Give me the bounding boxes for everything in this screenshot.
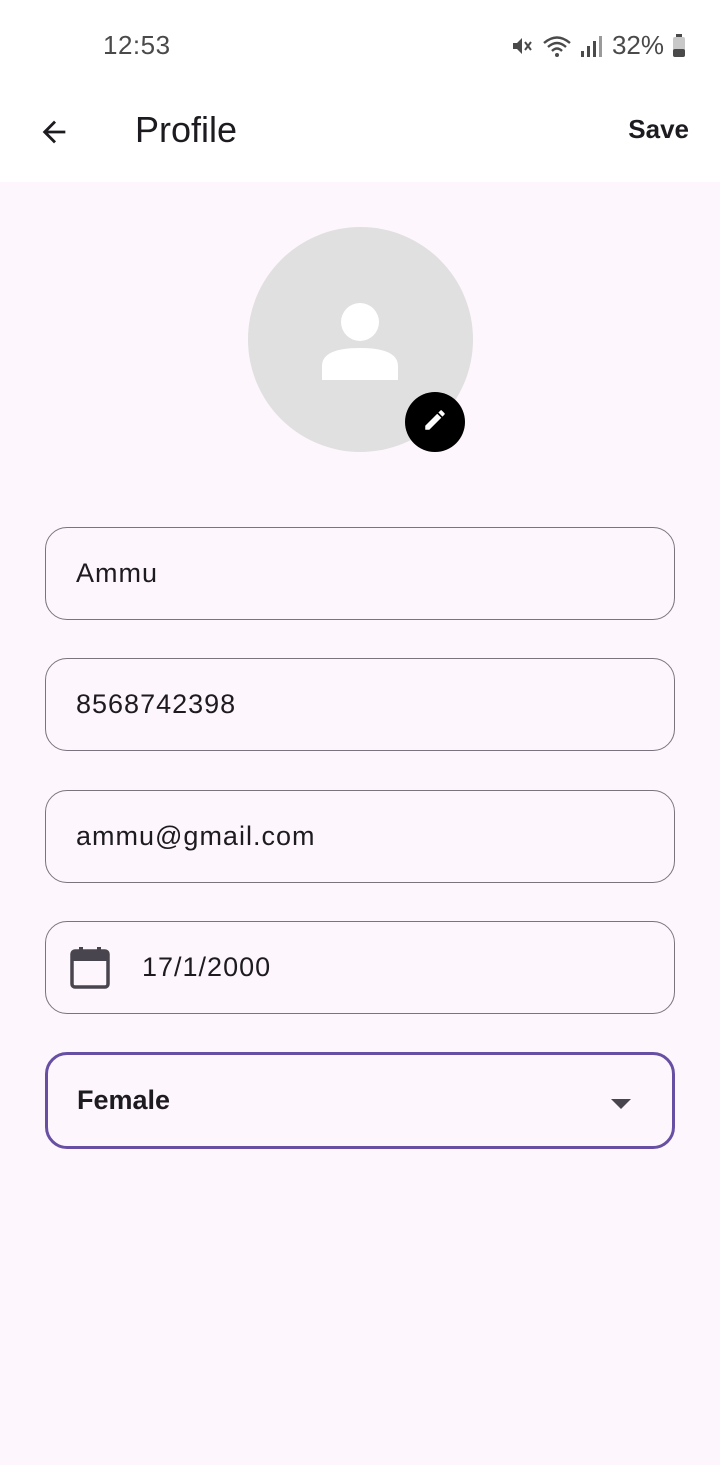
phone-field[interactable]: 8568742398 — [45, 658, 675, 751]
page-title: Profile — [135, 109, 238, 150]
back-button[interactable] — [28, 108, 80, 160]
status-bar: 12:53 32% — [0, 0, 720, 90]
battery-icon — [672, 33, 686, 58]
email-value: ammu@gmail.com — [76, 821, 316, 851]
status-time: 12:53 — [103, 30, 171, 60]
name-value: Ammu — [76, 558, 159, 588]
pencil-icon — [422, 407, 448, 438]
battery-percent: 32% — [611, 30, 664, 60]
email-field[interactable]: ammu@gmail.com — [45, 790, 675, 883]
app-bar: Profile Save — [0, 90, 720, 182]
name-field[interactable]: Ammu — [45, 527, 675, 620]
signal-icon — [580, 34, 602, 58]
mute-icon — [510, 34, 534, 58]
dob-field[interactable]: 17/1/2000 — [45, 921, 675, 1014]
person-icon — [321, 302, 399, 385]
wifi-icon — [542, 34, 572, 58]
save-button[interactable]: Save — [628, 114, 689, 145]
edit-photo-button[interactable] — [405, 392, 465, 452]
arrow-left-icon — [37, 115, 71, 154]
gender-dropdown[interactable]: Female — [45, 1052, 675, 1149]
phone-value: 8568742398 — [76, 689, 237, 719]
status-icons: 32% — [510, 30, 686, 61]
calendar-icon — [70, 946, 110, 989]
dropdown-arrow-icon — [610, 1097, 632, 1115]
dob-value: 17/1/2000 — [142, 952, 272, 982]
gender-value: Female — [77, 1085, 171, 1115]
